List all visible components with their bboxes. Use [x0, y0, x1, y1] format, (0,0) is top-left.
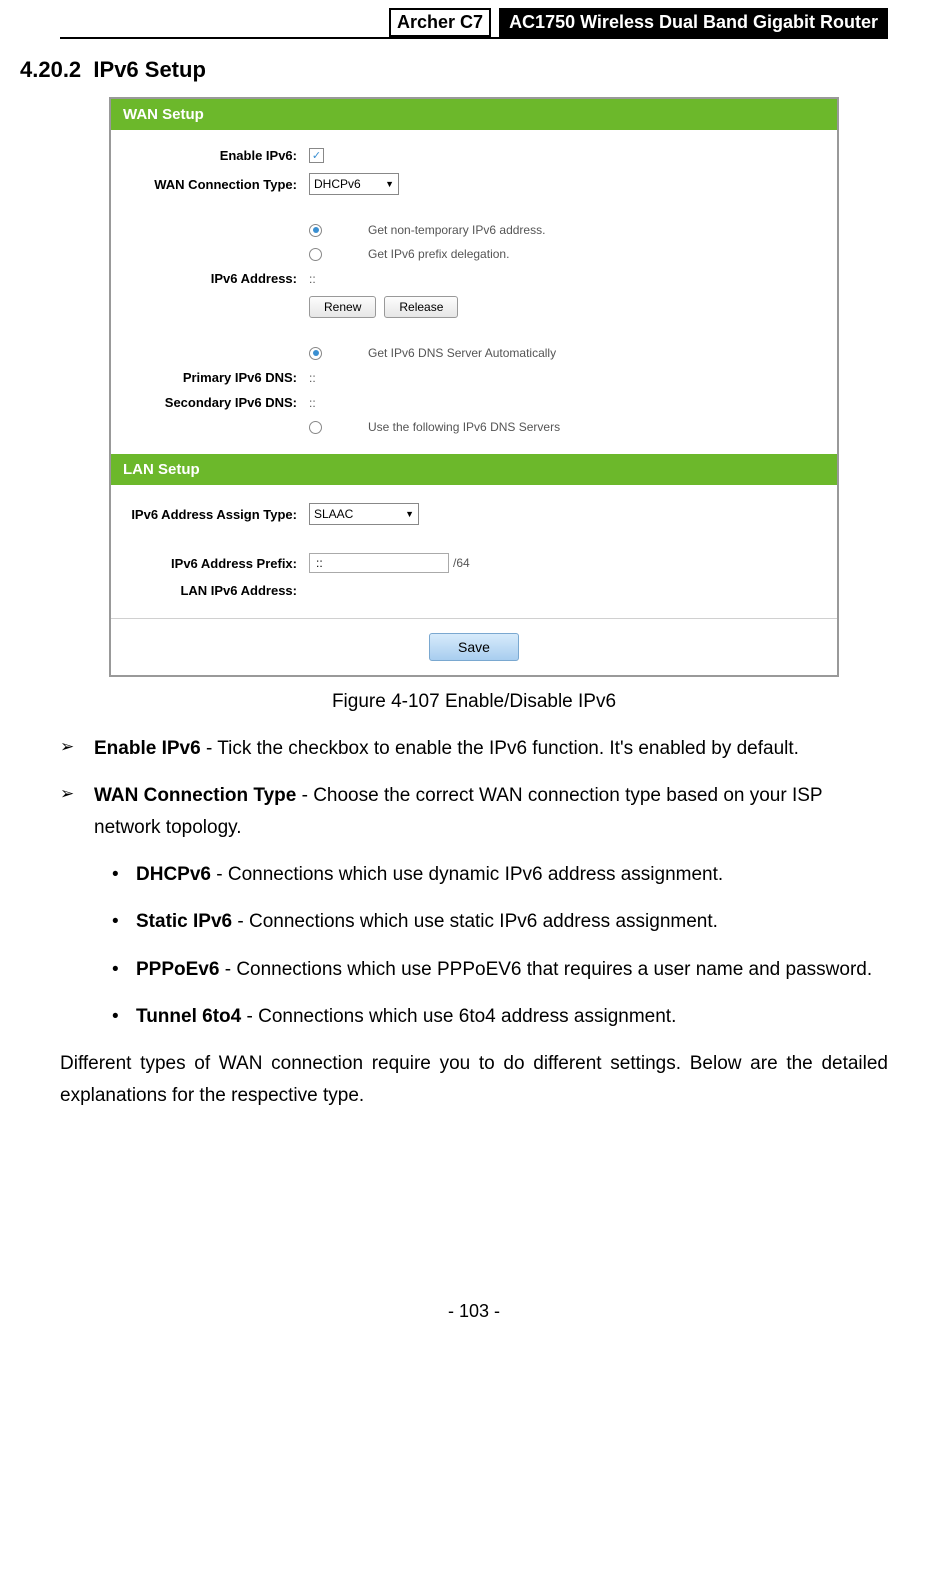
wan-setup-header: WAN Setup: [111, 99, 837, 130]
row-dns-auto: Get IPv6 DNS Server Automatically: [129, 346, 819, 360]
lan-setup-body: IPv6 Address Assign Type: SLAAC ▼ IPv6 A…: [111, 485, 837, 618]
renew-button[interactable]: Renew: [309, 296, 376, 318]
assign-type-select[interactable]: SLAAC ▼: [309, 503, 419, 525]
bullet-dhcpv6: • DHCPv6 - Connections which use dynamic…: [94, 859, 888, 890]
row-prefix: IPv6 Address Prefix: :: /64: [129, 553, 819, 573]
row-enable-ipv6: Enable IPv6: ✓: [129, 148, 819, 163]
release-button[interactable]: Release: [384, 296, 458, 318]
page-footer: - 103 -: [0, 1111, 948, 1352]
static-text: - Connections which use static IPv6 addr…: [232, 911, 718, 932]
wan-title: WAN Connection Type: [94, 785, 296, 806]
section-heading: 4.20.2 IPv6 Setup: [20, 39, 948, 97]
save-row: Save: [111, 618, 837, 675]
label-prefix: IPv6 Address Prefix:: [129, 556, 309, 571]
chevron-down-icon: ▼: [405, 509, 414, 519]
wan-setup-body: Enable IPv6: ✓ WAN Connection Type: DHCP…: [111, 130, 837, 454]
label-primary-dns: Primary IPv6 DNS:: [129, 370, 309, 385]
nontemp-text: Get non-temporary IPv6 address.: [368, 223, 545, 237]
row-assign-type: IPv6 Address Assign Type: SLAAC ▼: [129, 503, 819, 525]
prefix-input[interactable]: ::: [309, 553, 449, 573]
dns-manual-text: Use the following IPv6 DNS Servers: [368, 420, 560, 434]
row-secondary-dns: Secondary IPv6 DNS: ::: [129, 395, 819, 410]
row-dns-manual: Use the following IPv6 DNS Servers: [129, 420, 819, 434]
dns-auto-radio[interactable]: [309, 347, 322, 360]
page-header: Archer C7 AC1750 Wireless Dual Band Giga…: [0, 0, 948, 37]
label-assign-type: IPv6 Address Assign Type:: [129, 507, 309, 522]
dot-icon: •: [94, 859, 136, 890]
lan-setup-header: LAN Setup: [111, 454, 837, 485]
prefix-delegation-radio[interactable]: [309, 248, 322, 261]
bullet-static: • Static IPv6 - Connections which use st…: [94, 906, 888, 937]
dns-auto-text: Get IPv6 DNS Server Automatically: [368, 346, 556, 360]
router-ui-panel: WAN Setup Enable IPv6: ✓ WAN Connection …: [109, 97, 839, 677]
label-secondary-dns: Secondary IPv6 DNS:: [129, 395, 309, 410]
enable-text: - Tick the checkbox to enable the IPv6 f…: [201, 738, 799, 759]
tunnel-text: - Connections which use 6to4 address ass…: [241, 1006, 676, 1027]
section-title-text: IPv6 Setup: [93, 57, 205, 82]
wan-type-select[interactable]: DHCPv6 ▼: [309, 173, 399, 195]
content-body: ➢ Enable IPv6 - Tick the checkbox to ena…: [0, 733, 948, 1111]
row-ipv6-address: IPv6 Address: ::: [129, 271, 819, 286]
label-wan-type: WAN Connection Type:: [129, 177, 309, 192]
arrow-icon: ➢: [60, 780, 94, 843]
primary-dns-value: ::: [309, 371, 316, 385]
sub-bullet-list: • DHCPv6 - Connections which use dynamic…: [94, 859, 888, 1032]
dhcp-text: - Connections which use dynamic IPv6 add…: [211, 864, 723, 885]
figure-caption: Figure 4-107 Enable/Disable IPv6: [0, 691, 948, 713]
bullet-tunnel: • Tunnel 6to4 - Connections which use 6t…: [94, 1001, 888, 1032]
label-ipv6-address: IPv6 Address:: [129, 271, 309, 286]
ipv6-address-value: ::: [309, 272, 316, 286]
bullet-enable-ipv6: ➢ Enable IPv6 - Tick the checkbox to ena…: [60, 733, 888, 764]
label-lan-ipv6: LAN IPv6 Address:: [129, 583, 309, 598]
wan-type-value: DHCPv6: [314, 177, 361, 191]
dhcp-title: DHCPv6: [136, 864, 211, 885]
figure-container: WAN Setup Enable IPv6: ✓ WAN Connection …: [0, 97, 948, 677]
save-button[interactable]: Save: [429, 633, 519, 661]
prefix-suffix: /64: [453, 556, 470, 570]
row-lan-ipv6: LAN IPv6 Address:: [129, 583, 819, 598]
section-number: 4.20.2: [20, 57, 81, 82]
prefix-delegation-text: Get IPv6 prefix delegation.: [368, 247, 509, 261]
row-renew-release: Renew Release: [129, 296, 819, 318]
static-title: Static IPv6: [136, 911, 232, 932]
pppoe-text: - Connections which use PPPoEV6 that req…: [219, 959, 872, 980]
tunnel-title: Tunnel 6to4: [136, 1006, 241, 1027]
bullet-wan-type: ➢ WAN Connection Type - Choose the corre…: [60, 780, 888, 843]
dns-manual-radio[interactable]: [309, 421, 322, 434]
row-prefix-delegation: Get IPv6 prefix delegation.: [129, 247, 819, 261]
product-title: AC1750 Wireless Dual Band Gigabit Router: [499, 8, 888, 37]
closing-paragraph: Different types of WAN connection requir…: [60, 1048, 888, 1111]
row-wan-type: WAN Connection Type: DHCPv6 ▼: [129, 173, 819, 195]
dot-icon: •: [94, 1001, 136, 1032]
bullet-pppoe: • PPPoEv6 - Connections which use PPPoEV…: [94, 954, 888, 985]
pppoe-title: PPPoEv6: [136, 959, 219, 980]
chevron-down-icon: ▼: [385, 179, 394, 189]
row-nontemp: Get non-temporary IPv6 address.: [129, 223, 819, 237]
enable-ipv6-checkbox[interactable]: ✓: [309, 148, 324, 163]
nontemp-radio[interactable]: [309, 224, 322, 237]
model-badge: Archer C7: [389, 8, 491, 37]
dot-icon: •: [94, 906, 136, 937]
assign-type-value: SLAAC: [314, 507, 353, 521]
secondary-dns-value: ::: [309, 396, 316, 410]
row-primary-dns: Primary IPv6 DNS: ::: [129, 370, 819, 385]
dot-icon: •: [94, 954, 136, 985]
label-enable-ipv6: Enable IPv6:: [129, 148, 309, 163]
arrow-icon: ➢: [60, 733, 94, 764]
enable-title: Enable IPv6: [94, 738, 201, 759]
